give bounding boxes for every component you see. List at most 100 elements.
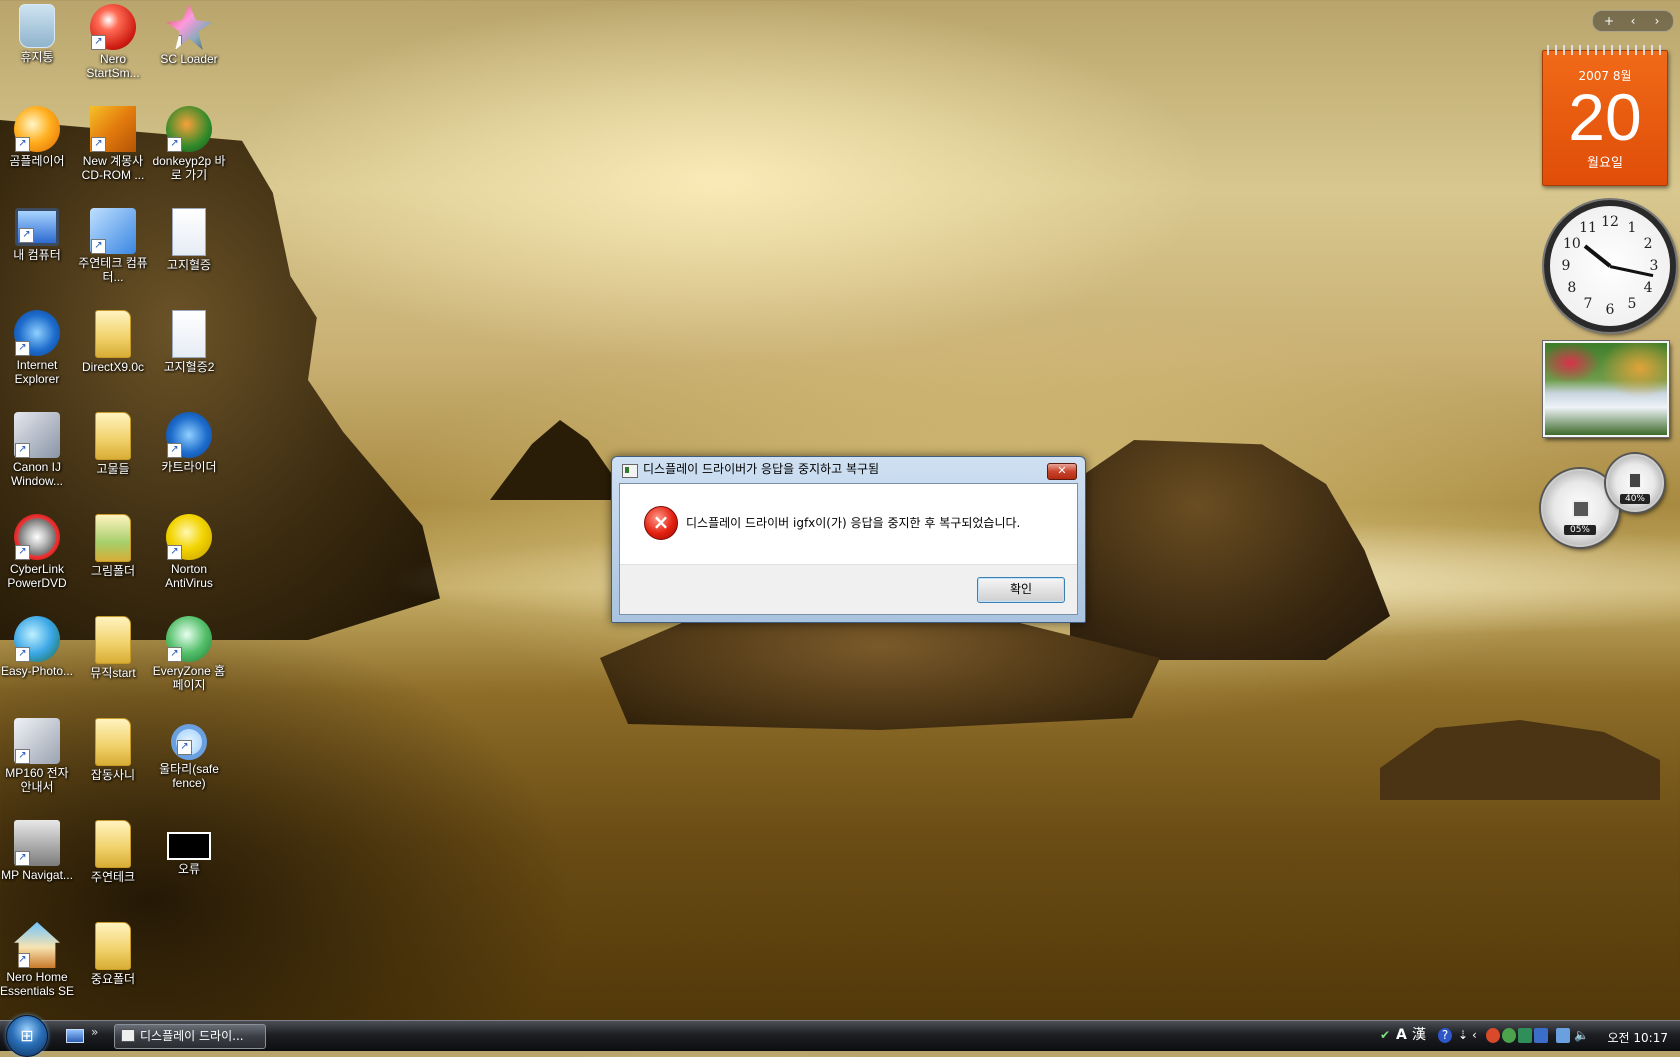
manual-icon: ↗	[14, 718, 60, 764]
desktop-icon[interactable]: ↗ 주연테크 컴퓨터...	[75, 208, 151, 284]
desktop-icon[interactable]: ↗ New 계몽사 CD-ROM ...	[75, 106, 151, 182]
desktop-icon[interactable]: ↗ MP Navigat...	[0, 820, 75, 882]
computer-icon: ↗	[15, 208, 59, 246]
desktop-icon-label: New 계몽사 CD-ROM ...	[81, 154, 145, 182]
desktop-icon[interactable]: ↗ Nero StartSm...	[75, 4, 151, 80]
desktop-icon[interactable]: ↗ Easy-Photo...	[0, 616, 75, 678]
wallpaper-rock-mid	[490, 420, 630, 500]
desktop-icon[interactable]: DirectX9.0c	[75, 310, 151, 374]
clock-gadget[interactable]: 12 1 2 3 4 5 6 7 8 9 10 11	[1544, 200, 1676, 332]
taskbar-window-label: 디스플레이 드라이...	[140, 1029, 244, 1043]
desktop-icon[interactable]: 고물들	[75, 412, 151, 476]
shortcut-arrow-icon: ↗	[15, 341, 30, 356]
slideshow-gadget[interactable]	[1543, 341, 1669, 437]
desktop-icon-label: MP160 전자 안내서	[5, 766, 69, 794]
desktop-icon[interactable]: ↗ MP160 전자 안내서	[0, 718, 75, 794]
tray-app-green-icon[interactable]	[1502, 1028, 1516, 1043]
internet-explorer-icon: ↗	[14, 310, 60, 356]
shortcut-arrow-icon: ↗	[91, 239, 106, 254]
shortcut-arrow-icon: ↗	[167, 647, 182, 662]
desktop-icon-label: 카트라이더	[161, 460, 217, 474]
volume-icon[interactable]: 🔈	[1574, 1028, 1589, 1043]
shortcut-arrow-icon: ↗	[167, 545, 182, 560]
desktop-icon-label: 고지혈증	[166, 258, 212, 272]
memory-meter-gadget[interactable]: 40%	[1606, 454, 1664, 512]
tray-app-red-icon[interactable]	[1486, 1028, 1500, 1043]
desktop-icon-label: 오류	[177, 862, 201, 876]
ime-mode-icon[interactable]: A	[1396, 1028, 1407, 1043]
add-gadget-button[interactable]: +	[1597, 11, 1621, 31]
desktop-icon-label: Nero StartSm...	[86, 52, 140, 80]
desktop-icon[interactable]: 중요폴더	[75, 922, 151, 986]
desktop-icon[interactable]: ↗ donkeyp2p 바로 가기	[151, 106, 227, 182]
desktop-icon-label: Norton AntiVirus	[165, 562, 213, 590]
desktop-icon[interactable]: 뮤직start	[75, 616, 151, 680]
ok-button[interactable]: 확인	[977, 577, 1065, 603]
desktop-icon[interactable]: 고지혈증2	[151, 310, 227, 374]
desktop-icon-label: 휴지통	[20, 50, 54, 64]
desktop-icon[interactable]: ↗ 카트라이더	[151, 412, 227, 474]
tray-expand-chevron-icon[interactable]: ‹	[1472, 1028, 1477, 1043]
shortcut-arrow-icon: ↗	[167, 35, 182, 50]
next-gadget-button[interactable]: ›	[1645, 11, 1669, 31]
help-icon[interactable]: ?	[1438, 1028, 1452, 1043]
desktop-icon[interactable]: 고지혈증	[151, 208, 227, 272]
clock-numeral: 9	[1561, 258, 1571, 274]
clock-numeral: 6	[1605, 302, 1615, 318]
desktop-icon[interactable]: ↗ EveryZone 홈페이지	[151, 616, 227, 692]
close-button[interactable]: ✕	[1047, 463, 1077, 480]
folder-icon	[95, 820, 131, 868]
clock-numeral: 7	[1583, 296, 1593, 313]
desktop-icon[interactable]: 주연테크	[75, 820, 151, 884]
cyberlink-icon: ↗	[14, 514, 60, 560]
ime-options-icon[interactable]: ⇣	[1458, 1028, 1468, 1043]
desktop-icon[interactable]: ↗ Nero Home Essentials SE	[0, 922, 75, 998]
norton-icon: ↗	[166, 514, 212, 560]
desktop-icon-label: Canon IJ Window...	[10, 460, 64, 488]
desktop-icon[interactable]: ↗ 곰플레이어	[0, 106, 75, 168]
show-desktop-icon[interactable]	[66, 1029, 84, 1043]
taskbar-window-button[interactable]: 디스플레이 드라이...	[114, 1024, 266, 1049]
desktop-icon[interactable]: 잡동사니	[75, 718, 151, 782]
tray-app-blue-icon[interactable]	[1534, 1028, 1548, 1043]
shortcut-arrow-icon: ↗	[19, 228, 34, 243]
calendar-gadget[interactable]: 2007 8월 20 월요일	[1542, 45, 1668, 186]
desktop-icon[interactable]: ↗ Norton AntiVirus	[151, 514, 227, 590]
start-button[interactable]: ⊞	[6, 1015, 48, 1057]
desktop-icon[interactable]: ↗ 울타리(safe fence)	[151, 718, 227, 790]
desktop-icon[interactable]: ↗ Canon IJ Window...	[0, 412, 75, 488]
dialog-titlebar[interactable]: 디스플레이 드라이버가 응답을 중지하고 복구됨 ✕	[612, 457, 1085, 483]
shortcut-arrow-icon: ↗	[15, 443, 30, 458]
desktop-icon[interactable]: ↗ 내 컴퓨터	[0, 208, 75, 262]
system-tray: ✔ A 漢 ? ⇣ ‹ 🔈 오전 10:17	[1380, 1021, 1680, 1051]
meter-center-icon	[1572, 500, 1590, 518]
window-icon	[121, 1029, 135, 1042]
taskbar-clock[interactable]: 오전 10:17	[1608, 1029, 1668, 1046]
checkmark-icon[interactable]: ✔	[1380, 1028, 1390, 1043]
shortcut-arrow-icon: ↗	[91, 137, 106, 152]
help-icon: ↗	[90, 208, 136, 254]
desktop-icon[interactable]: ↗ SC Loader	[151, 4, 227, 66]
folder-icon	[95, 922, 131, 970]
magnifier-icon: ↗	[171, 724, 207, 760]
shortcut-arrow-icon: ↗	[15, 749, 30, 764]
desktop-icon[interactable]: ↗ CyberLink PowerDVD	[0, 514, 75, 590]
desktop-icon[interactable]: 휴지통	[0, 4, 75, 64]
tray-app-shield-icon[interactable]	[1518, 1028, 1532, 1043]
canon-printer-icon: ↗	[14, 412, 60, 458]
desktop-icon-label: donkeyp2p 바로 가기	[152, 154, 226, 182]
button-area: 확인	[620, 564, 1077, 614]
desktop-icon-label: DirectX9.0c	[81, 360, 145, 374]
quick-launch-more-button[interactable]: »	[91, 1025, 98, 1039]
clock-numeral: 2	[1643, 236, 1653, 252]
clock-numeral: 1	[1627, 219, 1637, 236]
desktop-icon[interactable]: 그림폴더	[75, 514, 151, 578]
prev-gadget-button[interactable]: ‹	[1621, 11, 1645, 31]
desktop-icon-label: Nero Home Essentials SE	[0, 970, 75, 998]
desktop-icon[interactable]: 오류	[151, 820, 227, 876]
network-icon[interactable]	[1556, 1028, 1570, 1043]
hanja-icon[interactable]: 漢	[1412, 1028, 1426, 1043]
desktop-icon[interactable]: ↗ Internet Explorer	[0, 310, 75, 386]
shortcut-arrow-icon: ↗	[15, 545, 30, 560]
recycle-bin-icon	[19, 4, 55, 48]
